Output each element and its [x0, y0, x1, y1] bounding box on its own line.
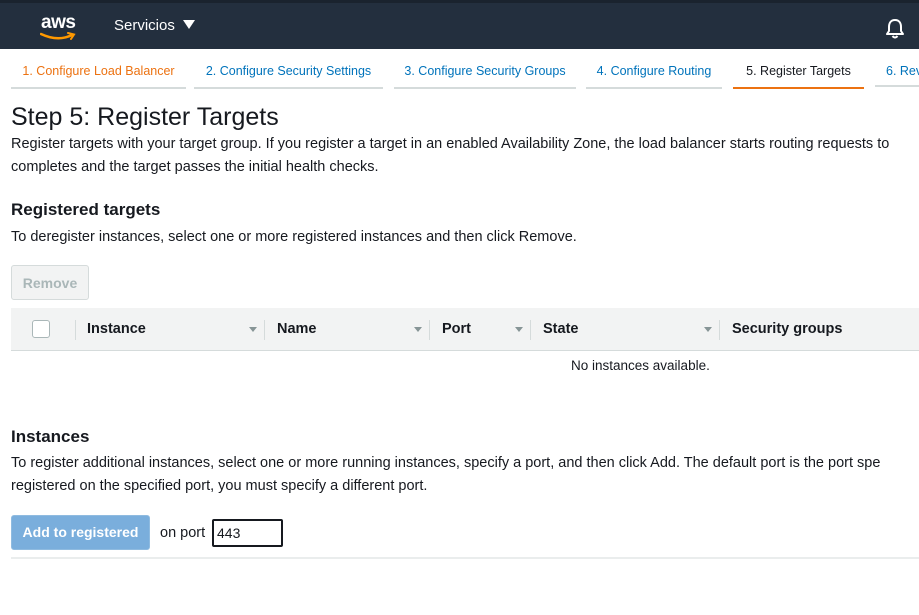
- tab-configure-routing[interactable]: 4. Configure Routing: [586, 49, 722, 89]
- tab-register-targets[interactable]: 5. Register Targets: [733, 49, 864, 89]
- remove-button[interactable]: Remove: [11, 265, 89, 300]
- column-divider: [264, 320, 265, 340]
- aws-logo-text: aws: [41, 12, 76, 33]
- column-header-state[interactable]: State: [543, 321, 578, 337]
- add-to-registered-button[interactable]: Add to registered: [11, 515, 150, 550]
- tab-configure-security-groups[interactable]: 3. Configure Security Groups: [394, 49, 576, 89]
- aws-logo[interactable]: aws: [40, 12, 80, 42]
- page-title: Step 5: Register Targets: [11, 103, 279, 131]
- section-divider: [11, 557, 919, 559]
- caret-down-icon: [183, 20, 196, 29]
- registered-targets-table-header: Instance Name Port State Security groups: [11, 308, 919, 351]
- select-all-checkbox[interactable]: [32, 320, 50, 338]
- top-nav-bar: aws Servicios: [0, 0, 919, 49]
- column-divider: [530, 320, 531, 340]
- column-divider: [75, 320, 76, 340]
- tab-configure-security-settings[interactable]: 2. Configure Security Settings: [194, 49, 383, 89]
- sort-caret-icon[interactable]: [414, 327, 422, 332]
- port-input[interactable]: [212, 519, 283, 547]
- column-header-security-groups[interactable]: Security groups: [732, 321, 842, 337]
- column-header-instance[interactable]: Instance: [87, 321, 146, 337]
- instances-description-line2: registered on the specified port, you mu…: [11, 478, 428, 494]
- column-divider: [429, 320, 430, 340]
- on-port-label: on port: [160, 525, 206, 541]
- services-label: Servicios: [114, 17, 175, 34]
- notification-bell-icon[interactable]: [885, 18, 905, 40]
- sort-caret-icon[interactable]: [249, 327, 257, 332]
- instances-heading: Instances: [11, 427, 90, 446]
- registered-targets-heading: Registered targets: [11, 200, 161, 219]
- instances-description-line1: To register additional instances, select…: [11, 455, 881, 471]
- intro-text-line2: completes and the target passes the init…: [11, 159, 379, 175]
- sort-caret-icon[interactable]: [515, 327, 523, 332]
- aws-smile-icon: [40, 32, 76, 40]
- column-header-name[interactable]: Name: [277, 321, 317, 337]
- tab-review[interactable]: 6. Rev: [875, 49, 919, 87]
- column-header-port[interactable]: Port: [442, 321, 471, 337]
- services-menu[interactable]: Servicios: [114, 17, 196, 34]
- tab-configure-load-balancer[interactable]: 1. Configure Load Balancer: [11, 49, 186, 89]
- wizard-steps: 1. Configure Load Balancer 2. Configure …: [0, 49, 919, 89]
- registered-targets-description: To deregister instances, select one or m…: [11, 229, 577, 245]
- column-divider: [719, 320, 720, 340]
- intro-text-line1: Register targets with your target group.…: [11, 136, 890, 152]
- sort-caret-icon[interactable]: [704, 327, 712, 332]
- empty-table-message: No instances available.: [571, 358, 710, 373]
